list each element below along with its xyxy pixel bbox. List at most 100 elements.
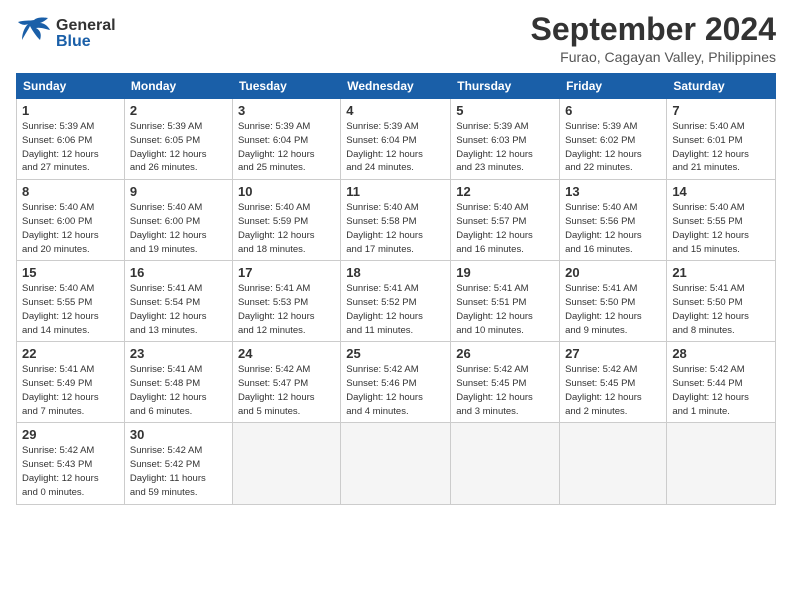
day-number: 7: [672, 103, 770, 118]
calendar-row-1: 1 Sunrise: 5:39 AM Sunset: 6:06 PM Daylig…: [17, 99, 776, 180]
day-info: Sunrise: 5:42 AM Sunset: 5:47 PM Dayligh…: [238, 363, 335, 418]
calendar-row-3: 15Sunrise: 5:40 AM Sunset: 5:55 PM Dayli…: [17, 261, 776, 342]
calendar-row-5: 29 Sunrise: 5:42 AM Sunset: 5:43 PM Dayli…: [17, 423, 776, 504]
table-row: 19 Sunrise: 5:41 AM Sunset: 5:51 PM Dayli…: [451, 261, 560, 342]
day-number: 20: [565, 265, 661, 280]
day-number: 6: [565, 103, 661, 118]
day-number: 3: [238, 103, 335, 118]
day-info: Sunrise: 5:41 AM Sunset: 5:52 PM Dayligh…: [346, 282, 445, 337]
col-wednesday: Wednesday: [341, 74, 451, 99]
table-row: 5Sunrise: 5:39 AM Sunset: 6:03 PM Daylig…: [451, 99, 560, 180]
day-info: Sunrise: 5:42 AM Sunset: 5:44 PM Dayligh…: [672, 363, 770, 418]
day-number: 19: [456, 265, 554, 280]
table-row: 25Sunrise: 5:42 AM Sunset: 5:46 PM Dayli…: [341, 342, 451, 423]
day-number: 22: [22, 346, 119, 361]
day-number: 2: [130, 103, 227, 118]
day-info: Sunrise: 5:41 AM Sunset: 5:53 PM Dayligh…: [238, 282, 335, 337]
table-row: 9 Sunrise: 5:40 AM Sunset: 6:00 PM Daylig…: [124, 180, 232, 261]
day-info: Sunrise: 5:40 AM Sunset: 5:57 PM Dayligh…: [456, 201, 554, 256]
table-row: [560, 423, 667, 504]
table-row: 16 Sunrise: 5:41 AM Sunset: 5:54 PM Dayli…: [124, 261, 232, 342]
table-row: 4Sunrise: 5:39 AM Sunset: 6:04 PM Daylig…: [341, 99, 451, 180]
day-info: Sunrise: 5:40 AM Sunset: 6:00 PM Dayligh…: [130, 201, 227, 256]
day-info: Sunrise: 5:41 AM Sunset: 5:50 PM Dayligh…: [565, 282, 661, 337]
day-number: 9: [130, 184, 227, 199]
day-info: Sunrise: 5:39 AM Sunset: 6:05 PM Dayligh…: [130, 120, 227, 175]
day-info: Sunrise: 5:41 AM Sunset: 5:50 PM Dayligh…: [672, 282, 770, 337]
day-info: Sunrise: 5:41 AM Sunset: 5:54 PM Dayligh…: [130, 282, 227, 337]
table-row: 28 Sunrise: 5:42 AM Sunset: 5:44 PM Dayli…: [667, 342, 776, 423]
table-row: 22 Sunrise: 5:41 AM Sunset: 5:49 PM Dayli…: [17, 342, 125, 423]
logo: General Blue: [16, 12, 116, 55]
title-section: September 2024 Furao, Cagayan Valley, Ph…: [531, 12, 776, 65]
day-info: Sunrise: 5:39 AM Sunset: 6:04 PM Dayligh…: [238, 120, 335, 175]
table-row: 21 Sunrise: 5:41 AM Sunset: 5:50 PM Dayli…: [667, 261, 776, 342]
table-row: 15Sunrise: 5:40 AM Sunset: 5:55 PM Dayli…: [17, 261, 125, 342]
day-number: 11: [346, 184, 445, 199]
col-monday: Monday: [124, 74, 232, 99]
day-number: 1: [22, 103, 119, 118]
day-number: 23: [130, 346, 227, 361]
day-number: 21: [672, 265, 770, 280]
day-number: 26: [456, 346, 554, 361]
table-row: 6Sunrise: 5:39 AM Sunset: 6:02 PM Daylig…: [560, 99, 667, 180]
day-info: Sunrise: 5:39 AM Sunset: 6:06 PM Dayligh…: [22, 120, 119, 175]
day-number: 27: [565, 346, 661, 361]
day-info: Sunrise: 5:40 AM Sunset: 5:55 PM Dayligh…: [22, 282, 119, 337]
day-number: 30: [130, 427, 227, 442]
logo-name: General Blue: [56, 18, 116, 50]
day-number: 5: [456, 103, 554, 118]
day-number: 4: [346, 103, 445, 118]
calendar-row-2: 8 Sunrise: 5:40 AM Sunset: 6:00 PM Daylig…: [17, 180, 776, 261]
calendar-header-row: Sunday Monday Tuesday Wednesday Thursday…: [17, 74, 776, 99]
day-info: Sunrise: 5:41 AM Sunset: 5:48 PM Dayligh…: [130, 363, 227, 418]
table-row: [667, 423, 776, 504]
day-info: Sunrise: 5:40 AM Sunset: 6:01 PM Dayligh…: [672, 120, 770, 175]
day-number: 18: [346, 265, 445, 280]
col-thursday: Thursday: [451, 74, 560, 99]
header: General Blue September 2024 Furao, Cagay…: [16, 12, 776, 65]
table-row: 17 Sunrise: 5:41 AM Sunset: 5:53 PM Dayli…: [232, 261, 340, 342]
day-info: Sunrise: 5:41 AM Sunset: 5:51 PM Dayligh…: [456, 282, 554, 337]
table-row: 10Sunrise: 5:40 AM Sunset: 5:59 PM Dayli…: [232, 180, 340, 261]
day-number: 28: [672, 346, 770, 361]
day-number: 17: [238, 265, 335, 280]
day-number: 29: [22, 427, 119, 442]
table-row: 27 Sunrise: 5:42 AM Sunset: 5:45 PM Dayli…: [560, 342, 667, 423]
table-row: [232, 423, 340, 504]
day-info: Sunrise: 5:41 AM Sunset: 5:49 PM Dayligh…: [22, 363, 119, 418]
day-info: Sunrise: 5:42 AM Sunset: 5:45 PM Dayligh…: [565, 363, 661, 418]
day-number: 10: [238, 184, 335, 199]
table-row: 12 Sunrise: 5:40 AM Sunset: 5:57 PM Dayli…: [451, 180, 560, 261]
table-row: 14 Sunrise: 5:40 AM Sunset: 5:55 PM Dayli…: [667, 180, 776, 261]
col-sunday: Sunday: [17, 74, 125, 99]
table-row: 2 Sunrise: 5:39 AM Sunset: 6:05 PM Daylig…: [124, 99, 232, 180]
day-number: 16: [130, 265, 227, 280]
calendar-row-4: 22 Sunrise: 5:41 AM Sunset: 5:49 PM Dayli…: [17, 342, 776, 423]
table-row: [341, 423, 451, 504]
day-info: Sunrise: 5:40 AM Sunset: 5:55 PM Dayligh…: [672, 201, 770, 256]
col-tuesday: Tuesday: [232, 74, 340, 99]
day-info: Sunrise: 5:42 AM Sunset: 5:46 PM Dayligh…: [346, 363, 445, 418]
month-title: September 2024: [531, 12, 776, 47]
table-row: [451, 423, 560, 504]
page: General Blue September 2024 Furao, Cagay…: [0, 0, 792, 612]
table-row: 11Sunrise: 5:40 AM Sunset: 5:58 PM Dayli…: [341, 180, 451, 261]
day-number: 13: [565, 184, 661, 199]
table-row: 20 Sunrise: 5:41 AM Sunset: 5:50 PM Dayli…: [560, 261, 667, 342]
table-row: 29 Sunrise: 5:42 AM Sunset: 5:43 PM Dayli…: [17, 423, 125, 504]
col-saturday: Saturday: [667, 74, 776, 99]
day-info: Sunrise: 5:40 AM Sunset: 6:00 PM Dayligh…: [22, 201, 119, 256]
day-info: Sunrise: 5:42 AM Sunset: 5:42 PM Dayligh…: [130, 444, 227, 499]
day-number: 14: [672, 184, 770, 199]
day-number: 12: [456, 184, 554, 199]
table-row: 18 Sunrise: 5:41 AM Sunset: 5:52 PM Dayli…: [341, 261, 451, 342]
day-info: Sunrise: 5:42 AM Sunset: 5:45 PM Dayligh…: [456, 363, 554, 418]
table-row: 24Sunrise: 5:42 AM Sunset: 5:47 PM Dayli…: [232, 342, 340, 423]
table-row: 23 Sunrise: 5:41 AM Sunset: 5:48 PM Dayli…: [124, 342, 232, 423]
day-number: 8: [22, 184, 119, 199]
day-info: Sunrise: 5:42 AM Sunset: 5:43 PM Dayligh…: [22, 444, 119, 499]
table-row: 26 Sunrise: 5:42 AM Sunset: 5:45 PM Dayli…: [451, 342, 560, 423]
logo-bird-icon: [16, 12, 52, 55]
col-friday: Friday: [560, 74, 667, 99]
